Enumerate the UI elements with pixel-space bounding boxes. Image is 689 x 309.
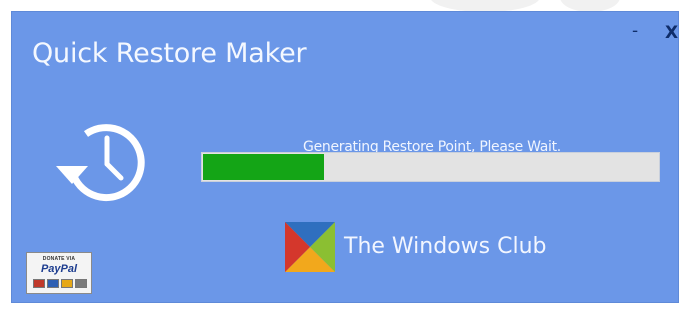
app-window: Quick Restore Maker - X Generating Resto… [12, 12, 678, 302]
card-logo-icon [75, 279, 87, 288]
close-button[interactable]: X [662, 23, 681, 44]
card-logo-icon [61, 279, 73, 288]
window-title: Quick Restore Maker [32, 38, 307, 69]
card-logos [33, 279, 87, 288]
progress-bar [201, 152, 660, 182]
card-logo-icon [33, 279, 45, 288]
card-logo-icon [47, 279, 59, 288]
history-icon [56, 124, 145, 202]
background-strip [0, 0, 689, 12]
background-decoration [560, 0, 620, 12]
donate-via-label: DONATE VIA [42, 256, 76, 262]
paypal-logo-text: PayPal [40, 263, 78, 275]
brand-name: The Windows Club [344, 234, 547, 259]
paypal-donate-button[interactable]: DONATE VIA PayPal [26, 252, 92, 294]
background-decoration [430, 0, 540, 12]
minimize-button[interactable]: - [629, 21, 641, 42]
windows-club-logo-icon [285, 222, 335, 272]
progress-bar-fill [203, 154, 325, 180]
